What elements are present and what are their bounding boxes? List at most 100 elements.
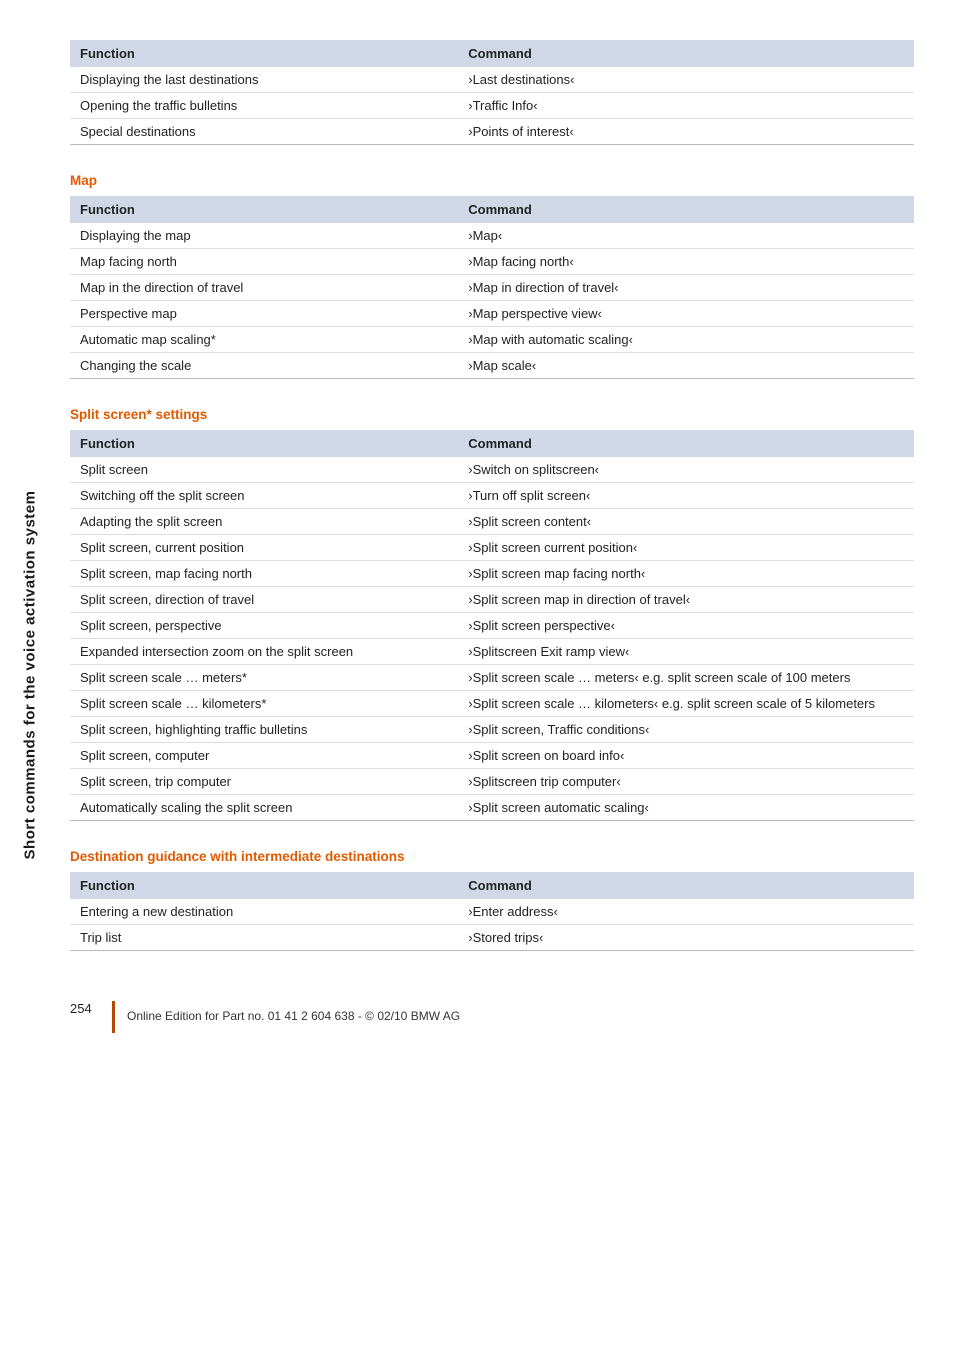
section-1-header-0: Function — [70, 430, 458, 457]
table-row: Entering a new destination›Enter address… — [70, 899, 914, 925]
function-cell: Opening the traffic bulletins — [70, 93, 458, 119]
section-0: MapFunctionCommandDisplaying the map›Map… — [70, 173, 914, 379]
table-row: Trip list›Stored trips‹ — [70, 925, 914, 951]
function-cell: Split screen, trip computer — [70, 769, 458, 795]
section-2-header-0: Function — [70, 872, 458, 899]
command-cell: ›Split screen current position‹ — [458, 535, 914, 561]
command-cell: ›Points of interest‹ — [458, 119, 914, 145]
table-row: Split screen, highlighting traffic bulle… — [70, 717, 914, 743]
table-row: Changing the scale›Map scale‹ — [70, 353, 914, 379]
function-cell: Adapting the split screen — [70, 509, 458, 535]
sidebar-label: Short commands for the voice activation … — [22, 491, 39, 860]
section-title-0: Map — [70, 173, 914, 188]
sidebar: Short commands for the voice activation … — [0, 0, 60, 1350]
command-cell: ›Splitscreen trip computer‹ — [458, 769, 914, 795]
command-cell: ›Map with automatic scaling‹ — [458, 327, 914, 353]
top-table-header-function: Function — [70, 40, 458, 67]
table-row: Switching off the split screen›Turn off … — [70, 483, 914, 509]
command-cell: ›Splitscreen Exit ramp view‹ — [458, 639, 914, 665]
sections-container: MapFunctionCommandDisplaying the map›Map… — [70, 173, 914, 951]
table-row: Perspective map›Map perspective view‹ — [70, 301, 914, 327]
function-cell: Split screen — [70, 457, 458, 483]
function-cell: Trip list — [70, 925, 458, 951]
command-cell: ›Map scale‹ — [458, 353, 914, 379]
function-cell: Map facing north — [70, 249, 458, 275]
table-row: Automatic map scaling*›Map with automati… — [70, 327, 914, 353]
table-row: Special destinations›Points of interest‹ — [70, 119, 914, 145]
table-row: Split screen, perspective›Split screen p… — [70, 613, 914, 639]
table-row: Split screen, trip computer›Splitscreen … — [70, 769, 914, 795]
section-table-2: FunctionCommandEntering a new destinatio… — [70, 872, 914, 951]
table-row: Split screen scale … kilometers*›Split s… — [70, 691, 914, 717]
function-cell: Expanded intersection zoom on the split … — [70, 639, 458, 665]
section-title-1: Split screen* settings — [70, 407, 914, 422]
function-cell: Split screen, map facing north — [70, 561, 458, 587]
table-row: Split screen›Switch on splitscreen‹ — [70, 457, 914, 483]
function-cell: Split screen, current position — [70, 535, 458, 561]
table-row: Map facing north›Map facing north‹ — [70, 249, 914, 275]
table-row: Split screen, map facing north›Split scr… — [70, 561, 914, 587]
function-cell: Split screen, direction of travel — [70, 587, 458, 613]
command-cell: ›Split screen on board info‹ — [458, 743, 914, 769]
function-cell: Split screen, perspective — [70, 613, 458, 639]
table-row: Displaying the map›Map‹ — [70, 223, 914, 249]
function-cell: Split screen scale … meters* — [70, 665, 458, 691]
section-2: Destination guidance with intermediate d… — [70, 849, 914, 951]
command-cell: ›Split screen scale … kilometers‹ e.g. s… — [458, 691, 914, 717]
command-cell: ›Split screen content‹ — [458, 509, 914, 535]
section-table-0: FunctionCommandDisplaying the map›Map‹Ma… — [70, 196, 914, 379]
function-cell: Split screen, highlighting traffic bulle… — [70, 717, 458, 743]
table-row: Opening the traffic bulletins›Traffic In… — [70, 93, 914, 119]
footer-bar — [112, 1001, 115, 1033]
command-cell: ›Split screen automatic scaling‹ — [458, 795, 914, 821]
table-row: Automatically scaling the split screen›S… — [70, 795, 914, 821]
function-cell: Special destinations — [70, 119, 458, 145]
command-cell: ›Enter address‹ — [458, 899, 914, 925]
function-cell: Split screen, computer — [70, 743, 458, 769]
main-content: Function Command Displaying the last des… — [60, 0, 954, 1350]
command-cell: ›Map‹ — [458, 223, 914, 249]
table-row: Map in the direction of travel›Map in di… — [70, 275, 914, 301]
page-container: Short commands for the voice activation … — [0, 0, 954, 1350]
function-cell: Perspective map — [70, 301, 458, 327]
command-cell: ›Split screen, Traffic conditions‹ — [458, 717, 914, 743]
command-cell: ›Split screen scale … meters‹ e.g. split… — [458, 665, 914, 691]
table-row: Split screen, current position›Split scr… — [70, 535, 914, 561]
function-cell: Entering a new destination — [70, 899, 458, 925]
command-cell: ›Map in direction of travel‹ — [458, 275, 914, 301]
command-cell: ›Stored trips‹ — [458, 925, 914, 951]
top-table-section: Function Command Displaying the last des… — [70, 40, 914, 145]
function-cell: Automatic map scaling* — [70, 327, 458, 353]
function-cell: Displaying the map — [70, 223, 458, 249]
function-cell: Switching off the split screen — [70, 483, 458, 509]
command-cell: ›Last destinations‹ — [458, 67, 914, 93]
top-table-header-command: Command — [458, 40, 914, 67]
section-0-header-1: Command — [458, 196, 914, 223]
command-cell: ›Split screen map facing north‹ — [458, 561, 914, 587]
footer-page-number: 254 — [70, 1001, 100, 1016]
section-1: Split screen* settingsFunctionCommandSpl… — [70, 407, 914, 821]
section-table-1: FunctionCommandSplit screen›Switch on sp… — [70, 430, 914, 821]
section-title-2: Destination guidance with intermediate d… — [70, 849, 914, 864]
footer-text: Online Edition for Part no. 01 41 2 604 … — [127, 1001, 460, 1023]
function-cell: Automatically scaling the split screen — [70, 795, 458, 821]
command-cell: ›Traffic Info‹ — [458, 93, 914, 119]
footer: 254 Online Edition for Part no. 01 41 2 … — [70, 991, 914, 1033]
table-row: Displaying the last destinations›Last de… — [70, 67, 914, 93]
table-row: Expanded intersection zoom on the split … — [70, 639, 914, 665]
command-cell: ›Map perspective view‹ — [458, 301, 914, 327]
top-table: Function Command Displaying the last des… — [70, 40, 914, 145]
function-cell: Displaying the last destinations — [70, 67, 458, 93]
table-row: Split screen scale … meters*›Split scree… — [70, 665, 914, 691]
command-cell: ›Turn off split screen‹ — [458, 483, 914, 509]
table-row: Split screen, computer›Split screen on b… — [70, 743, 914, 769]
table-row: Split screen, direction of travel›Split … — [70, 587, 914, 613]
section-1-header-1: Command — [458, 430, 914, 457]
command-cell: ›Map facing north‹ — [458, 249, 914, 275]
section-0-header-0: Function — [70, 196, 458, 223]
table-row: Adapting the split screen›Split screen c… — [70, 509, 914, 535]
section-2-header-1: Command — [458, 872, 914, 899]
function-cell: Split screen scale … kilometers* — [70, 691, 458, 717]
function-cell: Map in the direction of travel — [70, 275, 458, 301]
function-cell: Changing the scale — [70, 353, 458, 379]
